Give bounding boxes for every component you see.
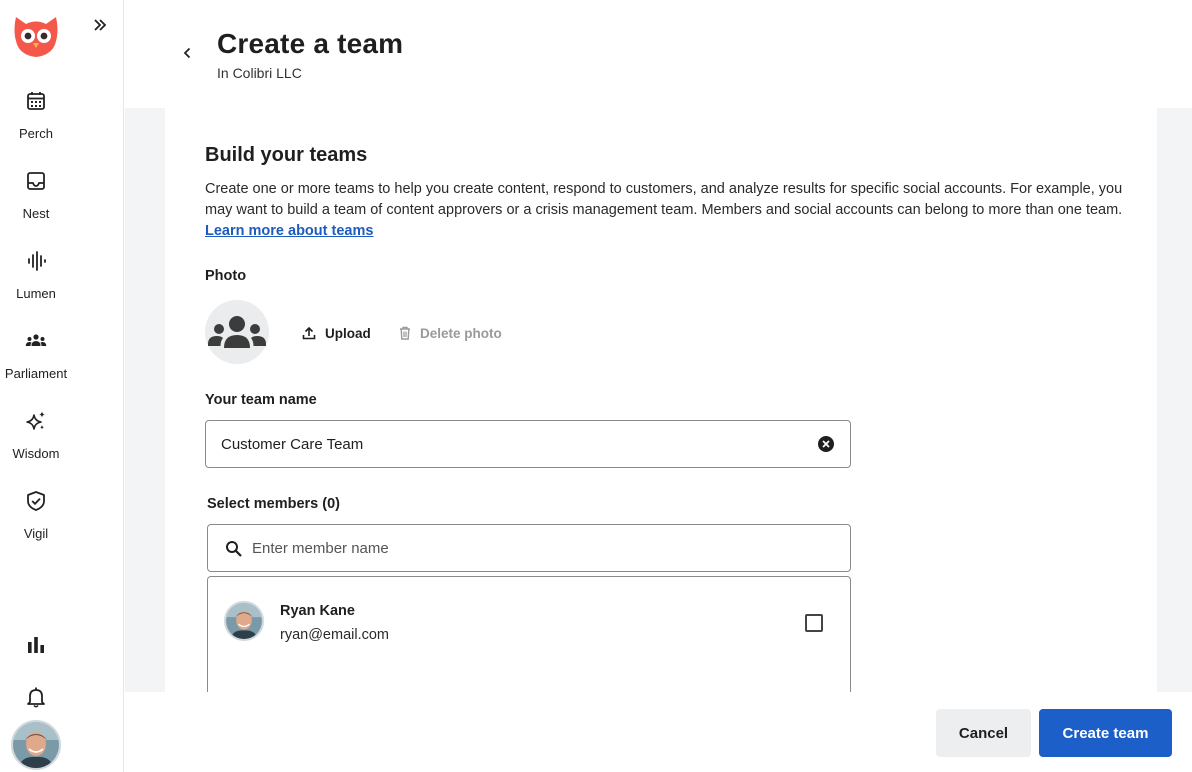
search-icon: [226, 541, 242, 557]
clear-input-icon[interactable]: [818, 436, 834, 452]
notifications-button[interactable]: [24, 685, 48, 709]
cancel-button[interactable]: Cancel: [936, 709, 1031, 757]
section-description: Create one or more teams to help you cre…: [205, 179, 1125, 242]
analytics-button[interactable]: [24, 633, 48, 657]
member-search-wrapper: [207, 524, 851, 572]
page-subtitle: In Colibri LLC: [217, 65, 302, 81]
sidebar-item-lumen[interactable]: Lumen: [0, 250, 72, 310]
create-team-card: Build your teams Create one or more team…: [165, 108, 1157, 692]
shield-check-icon: [27, 491, 45, 511]
sidebar-item-label: Parliament: [4, 366, 68, 381]
sidebar-item-label: Nest: [22, 206, 50, 221]
members-list[interactable]: Ryan Kane ryan@email.com: [207, 576, 851, 692]
select-members-label: Select members (0): [207, 496, 340, 512]
sidebar-item-vigil[interactable]: Vigil: [0, 490, 72, 550]
photo-label: Photo: [205, 268, 247, 284]
chevron-left-icon: [183, 47, 191, 59]
bar-chart-icon: [28, 637, 44, 653]
member-avatar: [224, 601, 264, 641]
sidebar-item-label: Perch: [19, 126, 53, 141]
upload-icon: [302, 326, 316, 340]
soundwave-icon: [28, 251, 46, 271]
create-team-button[interactable]: Create team: [1039, 709, 1172, 757]
member-email: ryan@email.com: [280, 627, 389, 643]
trash-icon: [400, 326, 410, 340]
sidebar-item-label: Lumen: [16, 286, 56, 301]
sidebar-item-parliament[interactable]: Parliament: [0, 330, 72, 390]
team-group-icon: [208, 316, 266, 348]
expand-sidebar-button[interactable]: [90, 14, 110, 36]
sidebar-item-nest[interactable]: Nest: [0, 170, 72, 230]
learn-more-link[interactable]: Learn more about teams: [205, 223, 373, 239]
team-name-label: Your team name: [205, 392, 317, 408]
page-title: Create a team: [217, 28, 404, 59]
member-checkbox[interactable]: [805, 614, 823, 632]
sidebar-item-perch[interactable]: Perch: [0, 90, 72, 150]
description-text: Create one or more teams to help you cre…: [205, 181, 1123, 218]
upload-label: Upload: [325, 325, 371, 341]
list-item[interactable]: Ryan Kane ryan@email.com: [208, 577, 850, 667]
member-search-input[interactable]: [252, 525, 832, 571]
team-photo-placeholder: [205, 300, 269, 364]
inbox-icon: [27, 172, 45, 190]
double-chevron-right-icon: [94, 19, 107, 31]
delete-photo-button[interactable]: Delete photo: [399, 322, 502, 344]
sidebar-item-wisdom[interactable]: Wisdom: [0, 410, 72, 470]
sidebar: Perch Nest Lumen Parliament Wisdom Vigil: [0, 0, 124, 772]
calendar-icon: [27, 92, 45, 110]
app-root: Perch Nest Lumen Parliament Wisdom Vigil…: [0, 0, 1192, 772]
sidebar-item-label: Vigil: [23, 526, 49, 541]
delete-label: Delete photo: [420, 325, 502, 341]
member-name: Ryan Kane: [280, 603, 355, 619]
sparkles-icon: [26, 411, 45, 430]
footer-bar: Cancel Create team: [125, 692, 1192, 772]
user-avatar[interactable]: [11, 720, 61, 770]
back-button[interactable]: [176, 42, 198, 64]
bell-icon: [27, 687, 45, 708]
team-name-field-wrapper: [205, 420, 851, 468]
section-title: Build your teams: [205, 144, 368, 166]
team-name-input[interactable]: [221, 421, 801, 467]
sidebar-item-label: Wisdom: [12, 446, 60, 461]
upload-photo-button[interactable]: Upload: [302, 322, 371, 344]
people-icon: [25, 334, 47, 346]
owl-logo-icon[interactable]: [13, 13, 59, 59]
